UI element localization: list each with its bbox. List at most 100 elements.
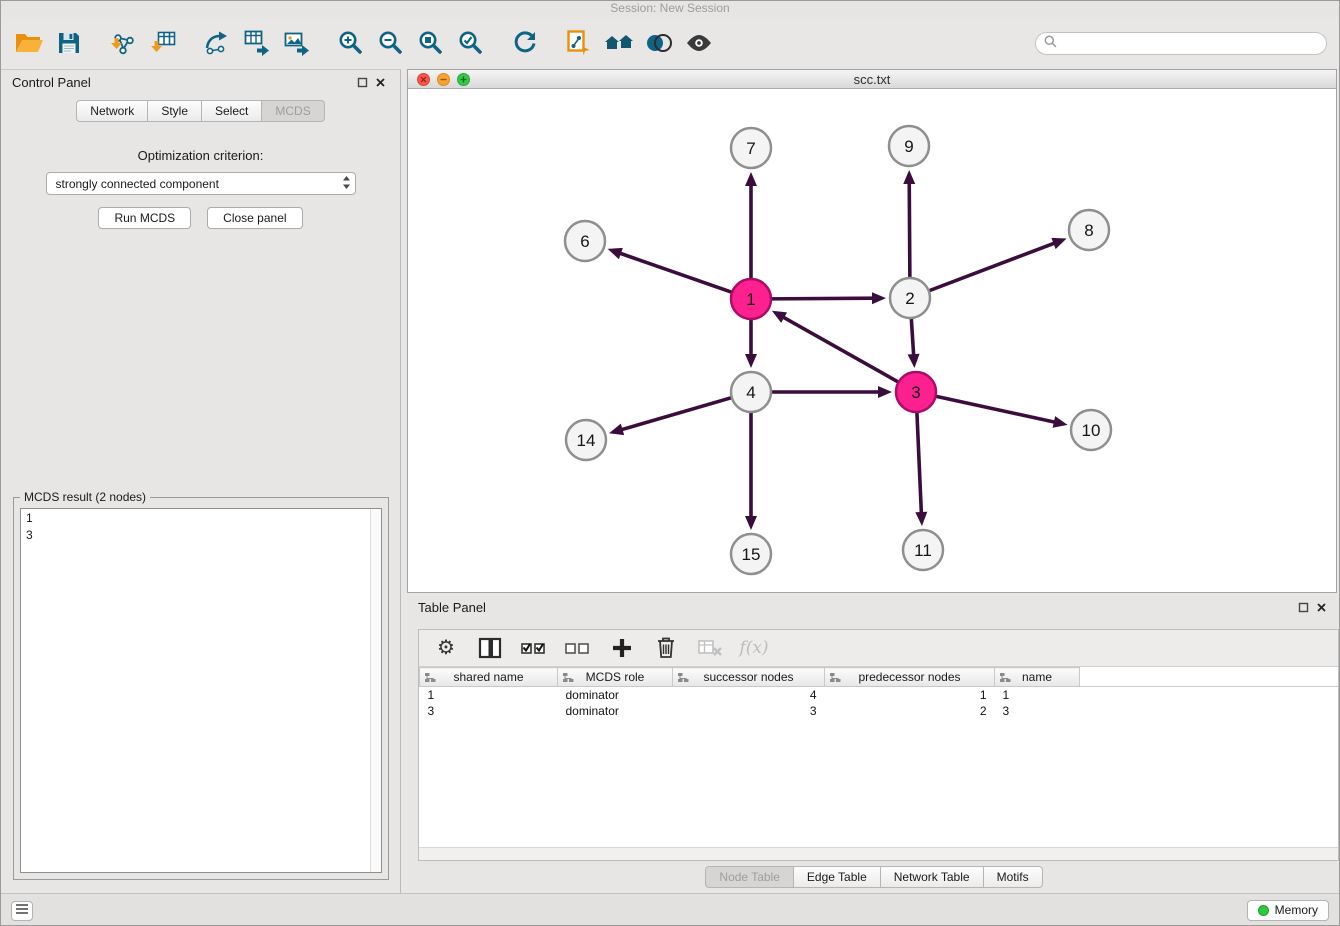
node-table: shared nameMCDS rolesuccessor nodesprede… — [419, 667, 1338, 847]
tab-network[interactable]: Network — [76, 100, 147, 122]
zoom-selected-icon[interactable] — [451, 23, 491, 63]
list-icon — [15, 902, 29, 920]
column-header-successor-nodes[interactable]: successor nodes — [673, 668, 825, 687]
zoom-in-icon[interactable] — [331, 23, 371, 63]
edge-1-4[interactable] — [745, 318, 757, 368]
delete-columns-icon[interactable] — [649, 633, 683, 663]
memory-button[interactable]: Memory — [1247, 900, 1329, 921]
deselect-all-columns-icon[interactable] — [561, 633, 595, 663]
export-table-icon[interactable] — [237, 23, 277, 63]
node-1[interactable]: 1 — [731, 279, 771, 319]
table-cell-filler — [1080, 703, 1339, 719]
export-image-icon[interactable] — [277, 23, 317, 63]
edge-4-3[interactable] — [770, 386, 892, 398]
table-settings-gear-icon[interactable]: ⚙ — [429, 633, 463, 663]
table-cell[interactable]: dominator — [558, 687, 673, 703]
node-7[interactable]: 7 — [731, 128, 771, 168]
column-type-icon — [677, 672, 689, 686]
edge-4-14[interactable] — [609, 397, 733, 435]
edge-2-9[interactable] — [903, 170, 915, 279]
select-all-columns-icon[interactable] — [517, 633, 551, 663]
edge-1-2[interactable] — [770, 292, 886, 304]
table-panel-title: Table Panel — [418, 600, 486, 615]
column-header-name[interactable]: name — [995, 668, 1080, 687]
zoom-fit-icon[interactable] — [411, 23, 451, 63]
apply-preferred-layout-icon[interactable] — [505, 23, 545, 63]
open-file-icon[interactable] — [9, 23, 49, 63]
close-panel-icon[interactable] — [371, 75, 389, 91]
edge-3-10[interactable] — [935, 396, 1068, 428]
edge-3-1[interactable] — [772, 311, 900, 383]
run-mcds-button[interactable]: Run MCDS — [98, 207, 191, 229]
table-cell[interactable]: 3 — [673, 703, 825, 719]
tab-edge-table[interactable]: Edge Table — [793, 866, 880, 888]
node-14[interactable]: 14 — [566, 420, 606, 460]
column-header-shared-name[interactable]: shared name — [420, 668, 558, 687]
table-cell[interactable]: 1 — [825, 687, 995, 703]
table-cell[interactable]: 1 — [420, 687, 558, 703]
tab-network-table[interactable]: Network Table — [880, 866, 983, 888]
node-4[interactable]: 4 — [731, 372, 771, 412]
table-panel-tabs: Node Table Edge Table Network Table Moti… — [407, 866, 1340, 888]
node-11[interactable]: 11 — [903, 530, 943, 570]
node-15[interactable]: 15 — [731, 534, 771, 574]
import-network-from-file-icon[interactable] — [103, 23, 143, 63]
memory-label: Memory — [1275, 903, 1318, 917]
edge-2-3[interactable] — [908, 317, 920, 368]
edge-1-6[interactable] — [608, 248, 733, 293]
task-history-button[interactable] — [11, 901, 33, 921]
edge-1-7[interactable] — [745, 172, 757, 280]
tab-style[interactable]: Style — [147, 100, 201, 122]
svg-text:8: 8 — [1084, 221, 1093, 240]
node-2[interactable]: 2 — [890, 278, 930, 318]
table-cell[interactable]: 2 — [825, 703, 995, 719]
node-6[interactable]: 6 — [565, 221, 605, 261]
table-panel-header: Table Panel — [407, 595, 1340, 620]
export-network-icon[interactable] — [197, 23, 237, 63]
node-8[interactable]: 8 — [1069, 210, 1109, 250]
table-horizontal-scrollbar[interactable] — [419, 847, 1338, 860]
table-cell[interactable]: dominator — [558, 703, 673, 719]
search-input[interactable] — [1062, 36, 1318, 52]
window-traffic-lights[interactable] — [416, 72, 474, 90]
import-table-from-file-icon[interactable] — [143, 23, 183, 63]
criterion-select[interactable]: strongly connected component — [46, 172, 356, 195]
save-session-icon[interactable] — [49, 23, 89, 63]
column-header-filler — [1080, 668, 1339, 687]
float-panel-icon[interactable] — [353, 75, 371, 91]
tab-mcds[interactable]: MCDS — [261, 100, 324, 122]
node-10[interactable]: 10 — [1071, 410, 1111, 450]
tab-node-table[interactable]: Node Table — [705, 866, 793, 888]
result-scrollbar[interactable] — [370, 509, 381, 872]
float-table-panel-icon[interactable] — [1294, 600, 1312, 616]
table-cell[interactable]: 1 — [995, 687, 1080, 703]
close-table-panel-icon[interactable] — [1312, 600, 1330, 616]
edge-4-15[interactable] — [745, 411, 757, 530]
tab-select[interactable]: Select — [201, 100, 261, 122]
show-hide-icon[interactable] — [679, 23, 719, 63]
table-cell[interactable]: 4 — [673, 687, 825, 703]
search-box[interactable] — [1035, 32, 1327, 55]
tab-motifs[interactable]: Motifs — [983, 866, 1043, 888]
table-cell[interactable]: 3 — [995, 703, 1080, 719]
edge-2-8[interactable] — [928, 238, 1067, 291]
node-3[interactable]: 3 — [896, 372, 936, 412]
table-row[interactable]: 1dominator411 — [420, 687, 1339, 703]
column-header-predecessor-nodes[interactable]: predecessor nodes — [825, 668, 995, 687]
network-canvas[interactable]: 7 9 6 8 1 2 4 3 14 10 15 11 — [408, 89, 1336, 592]
edge-3-11[interactable] — [915, 411, 927, 526]
create-column-icon[interactable] — [605, 633, 639, 663]
close-panel-button[interactable]: Close panel — [207, 207, 302, 229]
table-cell[interactable]: 3 — [420, 703, 558, 719]
control-panel-tabs: Network Style Select MCDS — [1, 100, 400, 122]
table-row[interactable]: 3dominator323 — [420, 703, 1339, 719]
application-window: Session: New Session Control Panel Netwo… — [0, 0, 1340, 926]
create-network-from-selection-icon[interactable] — [559, 23, 599, 63]
zoom-out-icon[interactable] — [371, 23, 411, 63]
style-preview-icon[interactable] — [639, 23, 679, 63]
node-9[interactable]: 9 — [889, 126, 929, 166]
show-columns-icon[interactable] — [473, 633, 507, 663]
svg-text:7: 7 — [746, 139, 755, 158]
first-neighbors-icon[interactable] — [599, 23, 639, 63]
column-header-mcds-role[interactable]: MCDS role — [558, 668, 673, 687]
